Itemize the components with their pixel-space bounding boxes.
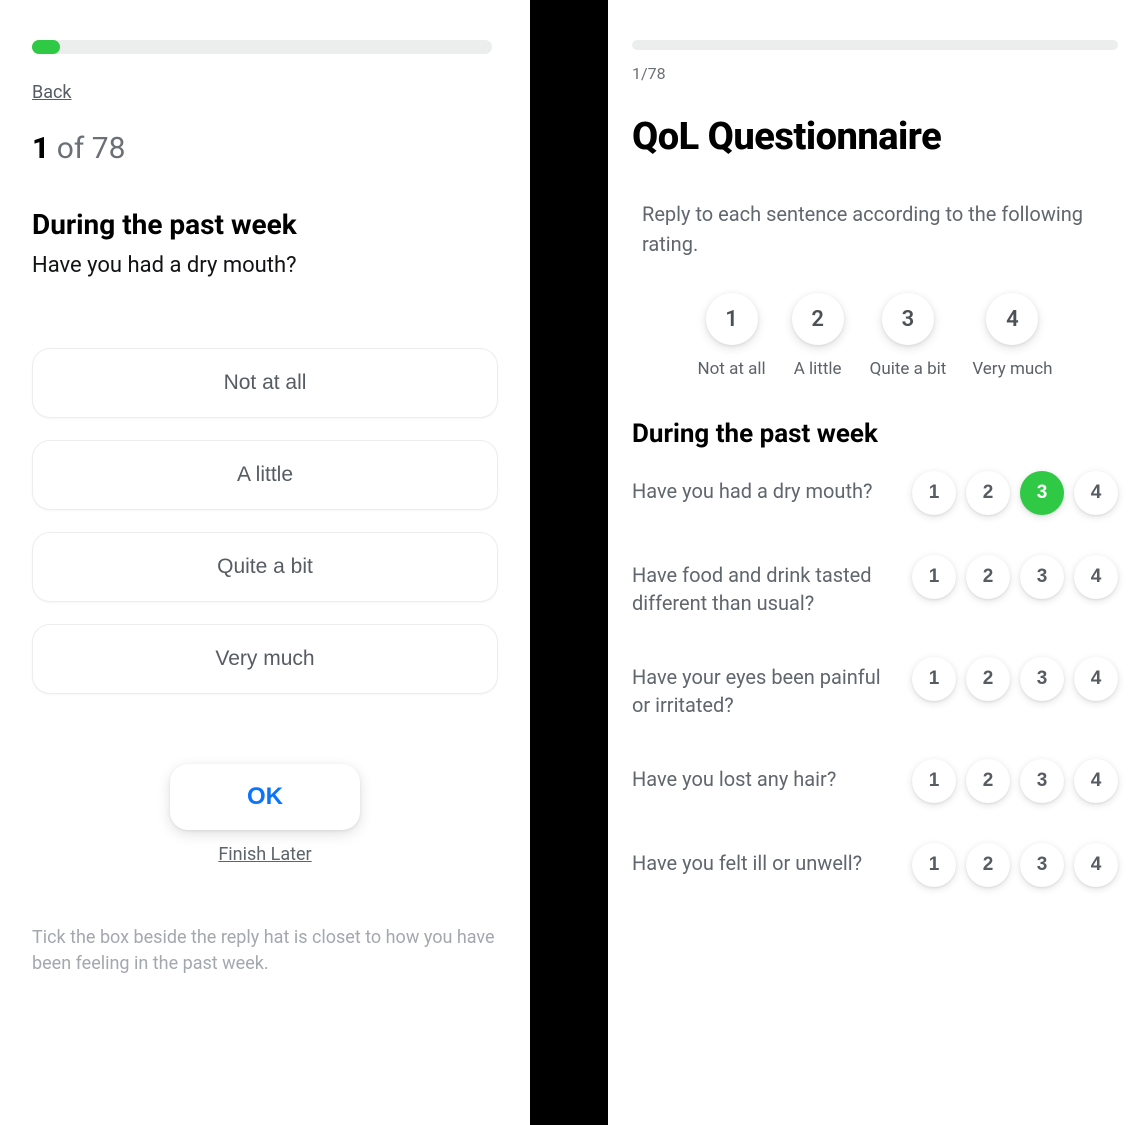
question-row: Have your eyes been painful or irritated… bbox=[632, 657, 1118, 719]
question-row: Have you lost any hair? 1234 bbox=[632, 759, 1118, 803]
finish-later-link[interactable]: Finish Later bbox=[218, 844, 311, 865]
option-a-little[interactable]: A little bbox=[32, 440, 498, 510]
choice-2[interactable]: 2 bbox=[966, 555, 1010, 599]
question-text: Have you felt ill or unwell? bbox=[632, 843, 902, 877]
question-row: Have food and drink tasted different tha… bbox=[632, 555, 1118, 617]
rating-legend: 1 Not at all 2 A little 3 Quite a bit 4 … bbox=[632, 293, 1118, 379]
step-total: 78 bbox=[92, 131, 126, 166]
legend-label: Quite a bit bbox=[870, 359, 947, 379]
question-text: Have your eyes been painful or irritated… bbox=[632, 657, 902, 719]
page-title: QoL Questionnaire bbox=[632, 115, 1118, 159]
list-question-view: 1/78 QoL Questionnaire Reply to each sen… bbox=[608, 0, 1138, 1125]
pane-divider bbox=[530, 0, 608, 1125]
choice-4[interactable]: 4 bbox=[1074, 555, 1118, 599]
legend-circle: 1 bbox=[706, 293, 758, 345]
back-link[interactable]: Back bbox=[32, 82, 72, 103]
choice-1[interactable]: 1 bbox=[912, 657, 956, 701]
choice-1[interactable]: 1 bbox=[912, 843, 956, 887]
question-text: Have you had a dry mouth? bbox=[32, 253, 498, 278]
legend-label: Very much bbox=[972, 359, 1052, 379]
step-sep: of bbox=[49, 131, 91, 166]
choice-2[interactable]: 2 bbox=[966, 471, 1010, 515]
progress-bar bbox=[32, 40, 492, 54]
step-indicator: 1 of 78 bbox=[32, 131, 498, 166]
choice-3[interactable]: 3 bbox=[1020, 759, 1064, 803]
choice-2[interactable]: 2 bbox=[966, 843, 1010, 887]
legend-label: A little bbox=[794, 359, 842, 379]
footnote: Tick the box beside the reply hat is clo… bbox=[32, 925, 498, 977]
option-quite-a-bit[interactable]: Quite a bit bbox=[32, 532, 498, 602]
choice-2[interactable]: 2 bbox=[966, 657, 1010, 701]
option-not-at-all[interactable]: Not at all bbox=[32, 348, 498, 418]
choice-group: 1234 bbox=[912, 843, 1118, 887]
legend-label: Not at all bbox=[697, 359, 765, 379]
legend-item-1: 1 Not at all bbox=[697, 293, 765, 379]
option-very-much[interactable]: Very much bbox=[32, 624, 498, 694]
single-question-view: Back 1 of 78 During the past week Have y… bbox=[0, 0, 530, 1125]
question-row: Have you had a dry mouth? 1234 bbox=[632, 471, 1118, 515]
legend-item-3: 3 Quite a bit bbox=[870, 293, 947, 379]
choice-4[interactable]: 4 bbox=[1074, 657, 1118, 701]
choice-3[interactable]: 3 bbox=[1020, 843, 1064, 887]
legend-circle: 3 bbox=[882, 293, 934, 345]
choice-1[interactable]: 1 bbox=[912, 555, 956, 599]
choice-group: 1234 bbox=[912, 657, 1118, 701]
question-text: Have you lost any hair? bbox=[632, 759, 902, 793]
choice-1[interactable]: 1 bbox=[912, 759, 956, 803]
question-text: Have you had a dry mouth? bbox=[632, 471, 902, 505]
ok-button[interactable]: OK bbox=[170, 764, 360, 830]
progress-fill bbox=[32, 40, 60, 54]
step-indicator: 1/78 bbox=[632, 64, 1118, 83]
question-heading: During the past week bbox=[32, 208, 498, 241]
progress-bar bbox=[632, 40, 1118, 50]
choice-3[interactable]: 3 bbox=[1020, 471, 1064, 515]
legend-circle: 2 bbox=[792, 293, 844, 345]
question-text: Have food and drink tasted different tha… bbox=[632, 555, 902, 617]
choice-group: 1234 bbox=[912, 759, 1118, 803]
choice-1[interactable]: 1 bbox=[912, 471, 956, 515]
choice-4[interactable]: 4 bbox=[1074, 471, 1118, 515]
instruction-text: Reply to each sentence according to the … bbox=[642, 199, 1118, 259]
choice-3[interactable]: 3 bbox=[1020, 555, 1064, 599]
choice-4[interactable]: 4 bbox=[1074, 843, 1118, 887]
legend-item-2: 2 A little bbox=[792, 293, 844, 379]
legend-circle: 4 bbox=[986, 293, 1038, 345]
step-current: 1 bbox=[32, 131, 49, 166]
question-row: Have you felt ill or unwell? 1234 bbox=[632, 843, 1118, 887]
choice-group: 1234 bbox=[912, 555, 1118, 599]
choice-4[interactable]: 4 bbox=[1074, 759, 1118, 803]
choice-3[interactable]: 3 bbox=[1020, 657, 1064, 701]
legend-item-4: 4 Very much bbox=[972, 293, 1052, 379]
choice-2[interactable]: 2 bbox=[966, 759, 1010, 803]
section-heading: During the past week bbox=[632, 419, 1118, 449]
choice-group: 1234 bbox=[912, 471, 1118, 515]
